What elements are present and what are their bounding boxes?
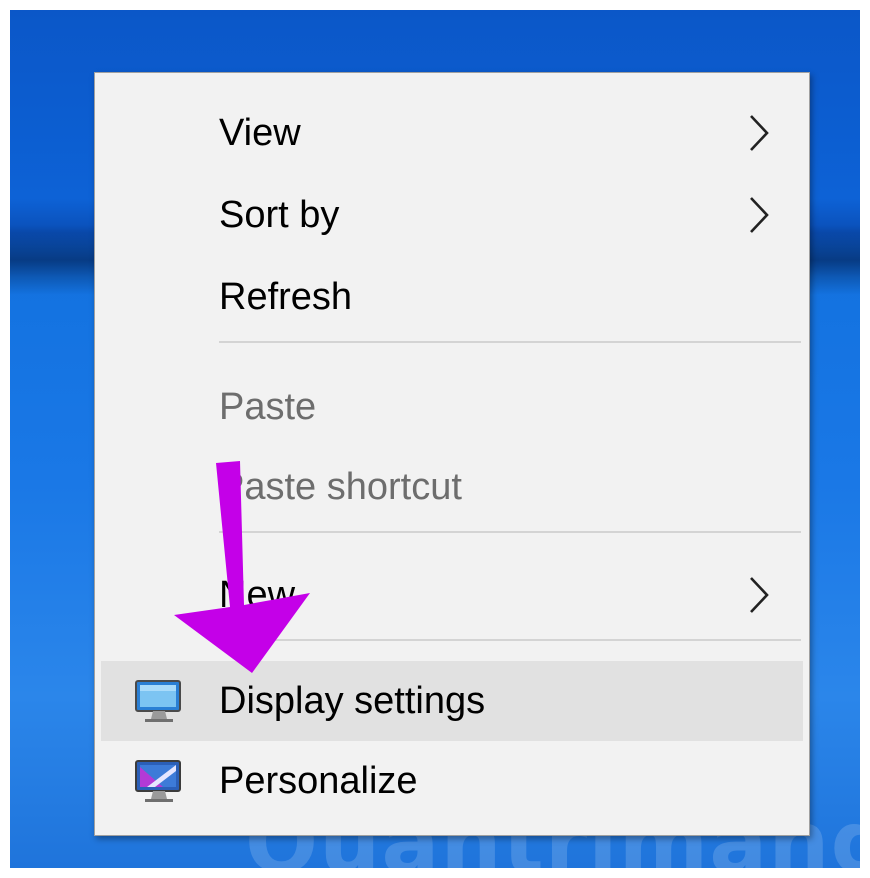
menu-item-personalize[interactable]: Personalize: [101, 741, 803, 821]
menu-item-label: New: [219, 574, 296, 616]
personalize-icon: [135, 760, 181, 802]
menu-item-label: Personalize: [219, 760, 418, 802]
submenu-chevron-icon: [750, 577, 769, 613]
submenu-chevron-icon: [750, 197, 769, 233]
menu-item-new[interactable]: New: [101, 555, 803, 635]
menu-item-label: View: [219, 112, 301, 154]
display-settings-icon: [135, 680, 181, 722]
menu-item-paste[interactable]: Paste: [101, 367, 803, 447]
menu-item-label: Paste shortcut: [219, 466, 462, 508]
menu-item-paste-shortcut[interactable]: Paste shortcut: [101, 447, 803, 527]
menu-item-label: Display settings: [219, 680, 486, 722]
menu-separator: [219, 639, 801, 641]
menu-item-refresh[interactable]: Refresh: [101, 257, 803, 337]
menu-separator: [219, 341, 801, 343]
submenu-chevron-icon: [750, 115, 769, 151]
menu-item-label: Sort by: [219, 194, 340, 236]
menu-item-sort-by[interactable]: Sort by: [101, 175, 803, 255]
menu-item-label: Paste: [219, 386, 317, 428]
menu-item-label: Refresh: [219, 276, 353, 318]
menu-separator: [219, 531, 801, 533]
menu-item-view[interactable]: View: [101, 93, 803, 173]
menu-item-display-settings[interactable]: Display settings: [101, 661, 803, 741]
desktop-context-menu: View Sort by Refresh Paste Paste shortcu…: [94, 72, 810, 836]
